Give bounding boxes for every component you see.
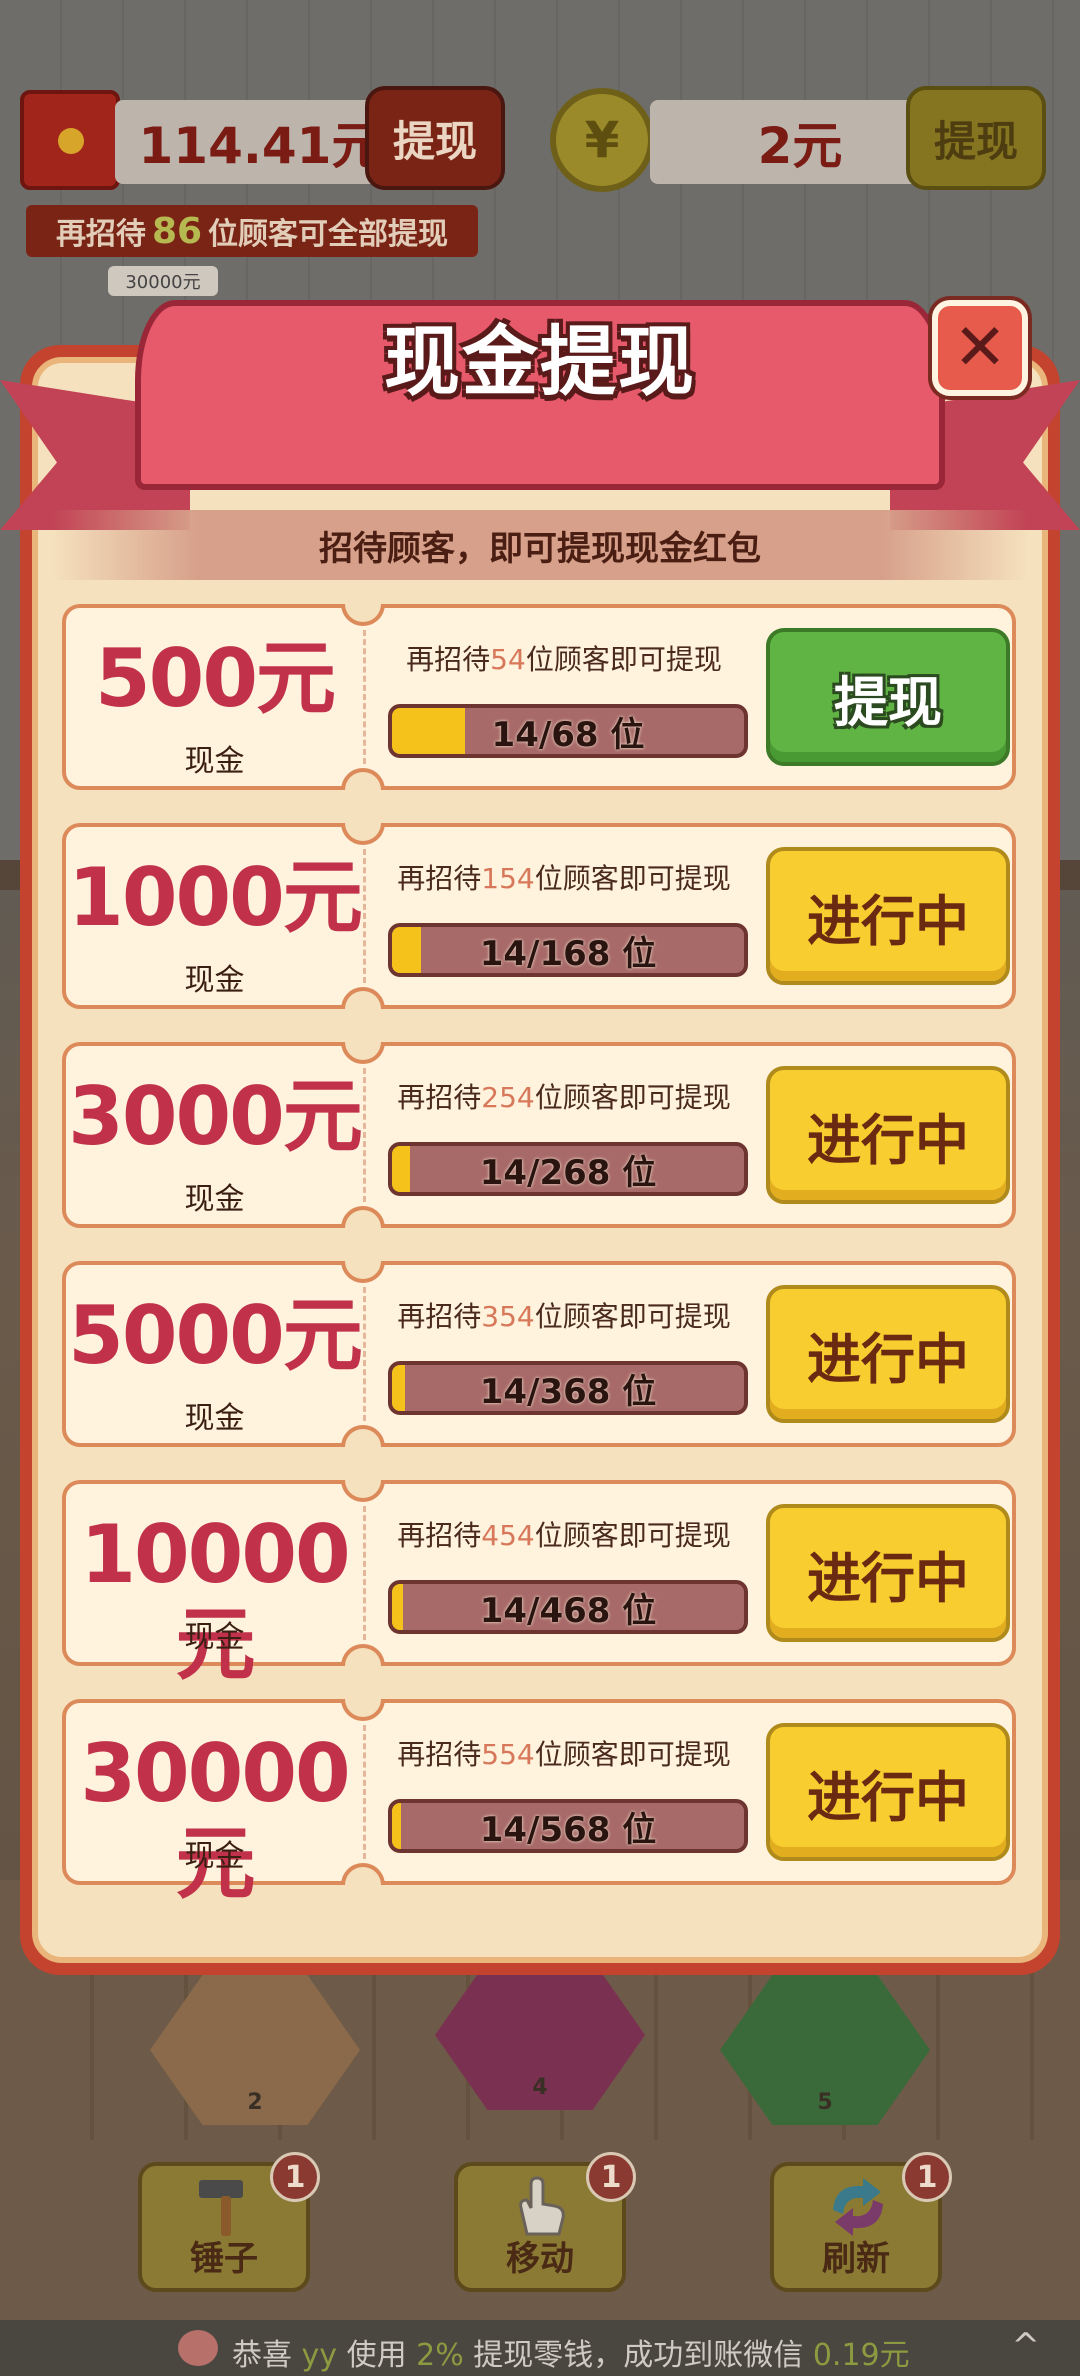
requirement-text: 再招待254位顾客即可提现 [397,1081,731,1114]
reward-card: 500元现金 再招待54位顾客即可提现 14/68 位 提现 [62,604,1016,790]
reward-card: 30000元 现金 再招待554位顾客即可提现 14/568 位 进行中 [62,1699,1016,1909]
reward-amount: 10000元 [80,1508,350,1691]
card-notch [341,1042,385,1064]
reward-type-label: 现金 [184,1839,245,1874]
invite-suffix: 位顾客可全部提现 [208,217,449,252]
progress-text: 14/368 位 [479,1371,657,1412]
progress-bar: 14/268 位 [388,1142,748,1196]
chevron-up-icon[interactable]: ^ [1012,2326,1041,2366]
refresh-tool-button[interactable]: 刷新 1 [770,2152,952,2292]
in-progress-button[interactable]: 进行中 [766,1285,1010,1423]
progress-text: 14/268 位 [479,1152,657,1193]
progress-bar: 14/68 位 [388,704,748,758]
progress-bar: 14/368 位 [388,1361,748,1415]
requirement-text: 再招待154位顾客即可提现 [397,862,731,895]
card-divider [363,1287,366,1421]
card-divider [363,849,366,983]
reward-card: 10000元 现金 再招待454位顾客即可提现 14/468 位 进行中 [62,1480,1016,1690]
modal-subtitle: 招待顾客，即可提现现金红包 [52,510,1028,580]
reward-amount: 3000元 [68,1070,363,1163]
card-notch [341,823,385,845]
tool-label: 移动 [506,2239,574,2279]
tool-label: 锤子 [190,2239,258,2279]
modal-title: 现金提现 [384,317,696,406]
card-divider [363,1068,366,1202]
hammer-tool-button[interactable]: 锤子 1 [138,2152,320,2292]
reward-amount: 5000元 [68,1289,363,1382]
ticker-text: 恭喜 yy 使用 2% 提现零钱，成功到账微信 0.19元 [232,2338,910,2373]
tool-badge: 1 [902,2152,952,2202]
tool-badge: 1 [270,2152,320,2202]
requirement-text: 再招待554位顾客即可提现 [397,1738,731,1771]
progress-bar: 14/568 位 [388,1799,748,1853]
card-divider [363,1725,366,1859]
card-divider [363,1506,366,1640]
reward-card: 1000元现金 再招待154位顾客即可提现 14/168 位 进行中 [62,823,1016,1009]
progress-text: 14/568 位 [479,1809,657,1850]
tool-label: 刷新 [822,2239,890,2279]
invite-count: 86 [151,210,203,252]
reward-amount: 30000元 [80,1727,350,1910]
close-icon[interactable]: ✕ [932,300,1028,396]
in-progress-button[interactable]: 进行中 [766,1504,1010,1642]
card-notch [341,1699,385,1721]
requirement-text: 再招待354位顾客即可提现 [397,1300,731,1333]
reward-type-label: 现金 [184,1182,245,1217]
coin-balance-widget: ¥ 2元 提现 [550,82,1050,192]
reward-type-label: 现金 [184,744,245,779]
invite-progress-banner: 再招待 86 位顾客可全部提现 [26,205,478,257]
reward-chip: 30000元 [108,266,218,296]
requirement-text: 再招待54位顾客即可提现 [406,643,722,676]
card-notch [341,604,385,626]
tool-badge: 1 [586,2152,636,2202]
progress-text: 14/468 位 [479,1590,657,1631]
reward-card: 5000元现金 再招待354位顾客即可提现 14/368 位 进行中 [62,1261,1016,1447]
requirement-text: 再招待454位顾客即可提现 [397,1519,731,1552]
yuan-coin-icon: ¥ [550,88,654,192]
reward-type-label: 现金 [184,1401,245,1436]
reward-amount: 500元 [95,632,336,725]
news-ticker: 恭喜 yy 使用 2% 提现零钱，成功到账微信 0.19元 ^ [0,2320,1080,2376]
invite-prefix: 再招待 [55,217,146,252]
card-notch [341,1261,385,1283]
coin-withdraw-button[interactable]: 提现 [906,86,1046,190]
cash-withdraw-button[interactable]: 提现 [365,86,505,190]
reward-type-label: 现金 [184,1620,245,1655]
cash-balance: 114.41元 [115,100,405,184]
reward-card: 3000元现金 再招待254位顾客即可提现 14/268 位 进行中 [62,1042,1016,1228]
in-progress-button[interactable]: 进行中 [766,847,1010,985]
in-progress-button[interactable]: 进行中 [766,1723,1010,1861]
red-packet-icon [20,90,120,190]
in-progress-button[interactable]: 进行中 [766,1066,1010,1204]
progress-bar: 14/468 位 [388,1580,748,1634]
reward-amount: 1000元 [68,851,363,944]
coin-balance: 2元 [650,100,950,184]
progress-bar: 14/168 位 [388,923,748,977]
withdraw-button[interactable]: 提现 [766,628,1010,766]
card-divider [363,630,366,764]
progress-text: 14/68 位 [491,714,645,755]
progress-text: 14/168 位 [479,933,657,974]
card-notch [341,1480,385,1502]
cash-balance-widget: 114.41元 提现 [20,82,510,192]
avatar [178,2330,218,2366]
move-tool-button[interactable]: 移动 1 [454,2152,636,2292]
reward-type-label: 现金 [184,963,245,998]
